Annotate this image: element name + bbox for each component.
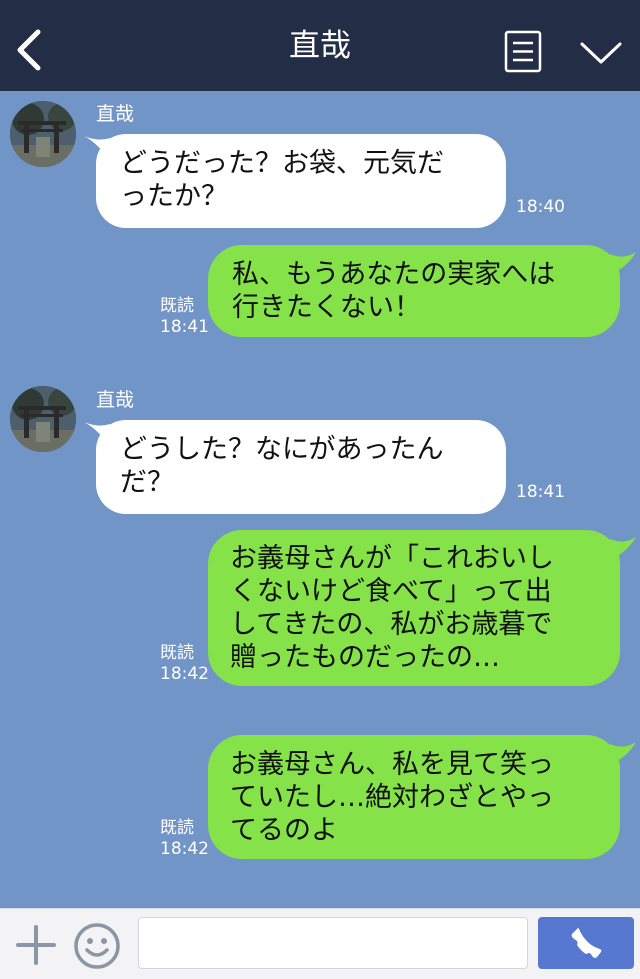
- avatar[interactable]: [10, 386, 76, 452]
- message-time: 18:41: [516, 482, 565, 502]
- plus-button[interactable]: [14, 923, 58, 967]
- message-time: 18:40: [516, 197, 565, 217]
- read-receipt: 既読: [160, 296, 194, 316]
- back-button[interactable]: [8, 26, 48, 74]
- avatar-photo-icon: [10, 386, 76, 452]
- bubble-tail: [610, 537, 636, 559]
- menu-button[interactable]: [504, 30, 542, 73]
- message-time: 18:42: [160, 664, 209, 684]
- message-input[interactable]: [138, 917, 528, 969]
- plus-icon: [16, 925, 56, 965]
- call-button[interactable]: [538, 917, 634, 969]
- message-bubble: お義母さんが「これおいし くないけど食べて」って出 してきたの、私がお歳暮で 贈…: [208, 530, 620, 686]
- read-receipt: 既読: [160, 643, 194, 663]
- bubble-tail: [610, 252, 636, 274]
- phone-icon: [571, 927, 602, 958]
- message-input-bar: [0, 908, 640, 979]
- message-bubble: 私、もうあなたの実家へは 行きたくない！: [208, 245, 620, 337]
- message-bubble: どうした？なにがあったん だ？: [96, 420, 506, 514]
- chat-header: 直哉: [0, 0, 640, 91]
- sender-name: 直哉: [96, 389, 135, 411]
- bubble-tail: [610, 742, 636, 764]
- emoji-icon: [74, 923, 120, 969]
- message-bubble: どうだった？お袋、元気だ ったか？: [96, 134, 506, 228]
- chevron-down-icon: [580, 42, 622, 64]
- avatar[interactable]: [10, 101, 76, 167]
- chevron-left-icon: [17, 29, 41, 71]
- message-bubble: お義母さん、私を見て笑っ ていたし…絶対わざとやっ てるのよ: [208, 735, 620, 859]
- message-time: 18:41: [160, 317, 209, 337]
- avatar-photo-icon: [10, 101, 76, 167]
- menu-icon: [504, 30, 542, 73]
- emoji-button[interactable]: [72, 921, 122, 971]
- chat-title: 直哉: [289, 28, 351, 64]
- sender-name: 直哉: [96, 103, 135, 125]
- read-receipt: 既読: [160, 818, 194, 838]
- dropdown-button[interactable]: [578, 36, 624, 70]
- message-time: 18:42: [160, 839, 209, 859]
